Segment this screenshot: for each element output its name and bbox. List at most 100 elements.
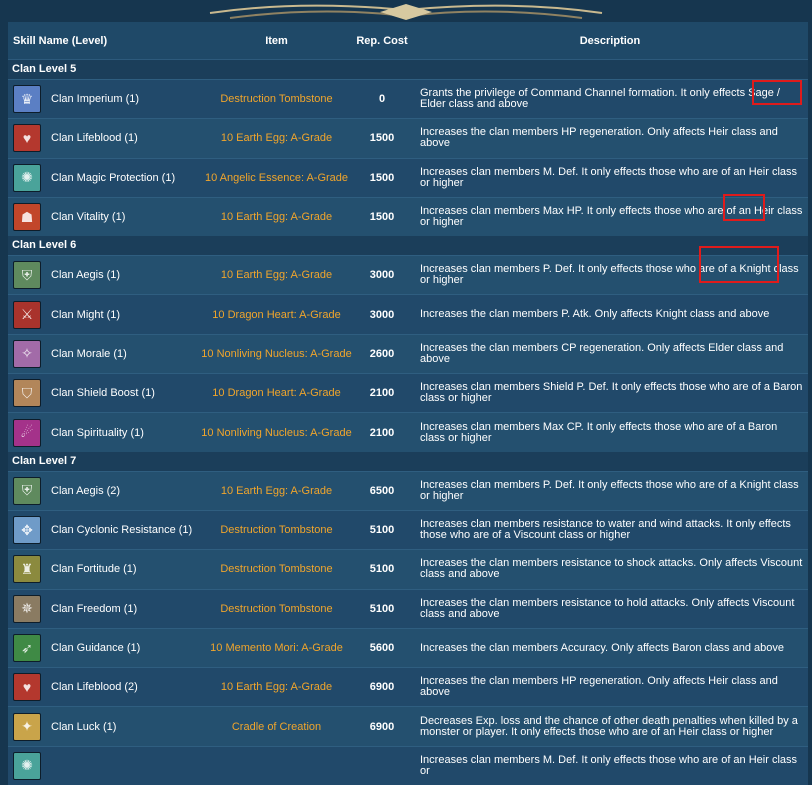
skill-name: Clan Spirituality (1) (51, 426, 144, 439)
header-description: Description (579, 34, 641, 47)
skill-cell: ➶ Clan Guidance (1) (8, 634, 201, 662)
table-row: ☗ Clan Vitality (1) 10 Earth Egg: A-Grade 1… (8, 196, 808, 237)
skill-name: Clan Cyclonic Resistance (1) (51, 524, 193, 537)
skill-name: Clan Vitality (1) (51, 211, 126, 224)
skill-name: Clan Aegis (2) (51, 484, 121, 497)
table-row: ➶ Clan Guidance (1) 10 Memento Mori: A-Gra… (8, 627, 808, 668)
guidance-icon: ➶ (13, 634, 41, 662)
description-cell: Increases the clan members HP regenerati… (420, 126, 778, 150)
cost-cell: 1500 (369, 132, 395, 145)
skill-cell: ⛨ Clan Aegis (2) (8, 476, 201, 505)
table-row: ♥ Clan Lifeblood (2) 10 Earth Egg: A-Grade… (8, 667, 808, 707)
description-cell: Increases the clan members P. Atk. Only … (420, 308, 770, 321)
cost-cell: 1500 (369, 211, 395, 224)
highlight-box (723, 194, 765, 221)
cost-cell: 5100 (369, 602, 395, 615)
item-cell: 10 Earth Egg: A-Grade (220, 211, 333, 224)
item-cell: 10 Dragon Heart: A-Grade (212, 387, 341, 400)
cost-cell: 5100 (369, 563, 395, 576)
cost-cell: 3000 (369, 308, 395, 321)
highlight-box (699, 246, 779, 283)
description-cell: Increases the clan members Accuracy. Onl… (420, 641, 784, 654)
item-cell: 10 Nonliving Nucleus: A-Grade (201, 426, 352, 439)
table-row: ⛉ Clan Shield Boost (1) 10 Dragon Heart: A… (8, 373, 808, 413)
skill-cell: ♜ Clan Fortitude (1) (8, 555, 201, 584)
section-title: Clan Level 6 (8, 236, 808, 256)
item-cell: 10 Earth Egg: A-Grade (220, 269, 333, 282)
luck-icon: ✦ (13, 712, 41, 741)
skill-cell: ✥ Clan Cyclonic Resistance (1) (8, 516, 201, 545)
item-cell: Destruction Tombstone (220, 93, 333, 106)
skill-name: Clan Luck (1) (51, 720, 117, 733)
skill-name: Clan Guidance (1) (51, 642, 141, 654)
description-cell: Increases clan members M. Def. It only e… (420, 753, 798, 777)
clan-skills-table: Skill Name (Level) Item Rep. Cost Descri… (8, 22, 808, 785)
skill-name: Clan Magic Protection (1) (51, 171, 176, 184)
heart-icon: ♥ (13, 124, 41, 153)
skill-cell: ♛ Clan Imperium (1) (8, 85, 201, 114)
skill-name: Clan Lifeblood (1) (51, 132, 138, 145)
skill-cell: ⛨ Clan Aegis (1) (8, 261, 201, 290)
skill-cell: ✺ Clan Magic Protection (1) (8, 163, 201, 192)
table-row: ⛨ Clan Aegis (1) 10 Earth Egg: A-Grade 3000… (8, 255, 808, 295)
spirit-icon: ☄ (13, 418, 41, 447)
table-row: ♛ Clan Imperium (1) Destruction Tombstone 0… (8, 79, 808, 119)
table-row: ✺ Increases clan members M. Def. It only … (8, 745, 808, 785)
cost-cell: 3000 (369, 269, 395, 282)
skill-cell: ♥ Clan Lifeblood (1) (8, 124, 201, 153)
header-item: Item (265, 34, 288, 47)
skill-cell: ✦ Clan Luck (1) (8, 712, 201, 741)
item-cell: Destruction Tombstone (220, 524, 333, 537)
highlight-box (752, 80, 802, 105)
description-cell: Grants the privilege of Command Channel … (420, 87, 780, 111)
description-cell: Increases clan members Max CP. It only e… (420, 420, 778, 444)
skill-name: Clan Freedom (1) (51, 602, 138, 615)
table-row: ☄ Clan Spirituality (1) 10 Nonliving Nucle… (8, 412, 808, 452)
item-cell: 10 Dragon Heart: A-Grade (212, 308, 341, 321)
skill-name: Clan Fortitude (1) (51, 563, 137, 576)
might-icon: ⚔ (13, 300, 41, 329)
table-header: Skill Name (Level) Item Rep. Cost Descri… (8, 22, 808, 60)
description-cell: Decreases Exp. loss and the chance of ot… (420, 714, 798, 738)
skill-cell: ✵ Clan Freedom (1) (8, 594, 201, 623)
item-cell: 10 Nonliving Nucleus: A-Grade (201, 347, 352, 360)
table-row: ✥ Clan Cyclonic Resistance (1) Destruction… (8, 509, 808, 550)
crown-icon: ♛ (13, 85, 41, 114)
table-row: ⚔ Clan Might (1) 10 Dragon Heart: A-Grade 3… (8, 294, 808, 334)
aegis-icon: ⛨ (13, 476, 41, 505)
morale-icon: ✧ (13, 339, 41, 368)
vitality-icon: ☗ (13, 203, 41, 232)
cost-cell: 6900 (369, 681, 395, 694)
table-row: ✦ Clan Luck (1) Cradle of Creation 6900 Decr… (8, 706, 808, 746)
table-row: ✺ Clan Magic Protection (1) 10 Angelic Ess… (8, 157, 808, 197)
item-cell: 10 Memento Mori: A-Grade (210, 642, 343, 654)
cost-cell: 0 (378, 93, 386, 106)
item-cell: Destruction Tombstone (220, 563, 333, 576)
item-cell: 10 Angelic Essence: A-Grade (204, 171, 349, 184)
item-cell: Destruction Tombstone (220, 602, 333, 615)
fortitude-icon: ♜ (13, 555, 41, 584)
skill-name: Clan Aegis (1) (51, 269, 121, 282)
skill-cell: ☗ Clan Vitality (1) (8, 203, 201, 232)
cost-cell: 2600 (369, 347, 395, 360)
cost-cell: 1500 (369, 171, 395, 184)
skill-name: Clan Shield Boost (1) (51, 387, 155, 400)
magic-shield-icon: ✺ (13, 163, 41, 192)
description-cell: Increases the clan members CP regenerati… (420, 341, 784, 365)
item-cell: 10 Earth Egg: A-Grade (220, 132, 333, 145)
cost-cell: 6500 (369, 484, 395, 497)
table-body: Clan Level 5 ♛ Clan Imperium (1) Destructio… (8, 60, 808, 785)
skill-cell: ✧ Clan Morale (1) (8, 339, 201, 368)
table-row: ✵ Clan Freedom (1) Destruction Tombstone 51… (8, 588, 808, 628)
cost-cell: 2100 (369, 387, 395, 400)
heart-icon: ♥ (13, 673, 41, 702)
skill-cell: ♥ Clan Lifeblood (2) (8, 673, 201, 702)
skill-cell: ☄ Clan Spirituality (1) (8, 418, 201, 447)
section-title: Clan Level 7 (8, 451, 808, 471)
magic-shield-icon: ✺ (13, 751, 41, 780)
item-cell: Cradle of Creation (231, 720, 322, 733)
item-cell: 10 Earth Egg: A-Grade (220, 484, 333, 497)
freedom-icon: ✵ (13, 594, 41, 623)
skill-cell: ⚔ Clan Might (1) (8, 300, 201, 329)
description-cell: Increases the clan members HP regenerati… (420, 675, 778, 699)
